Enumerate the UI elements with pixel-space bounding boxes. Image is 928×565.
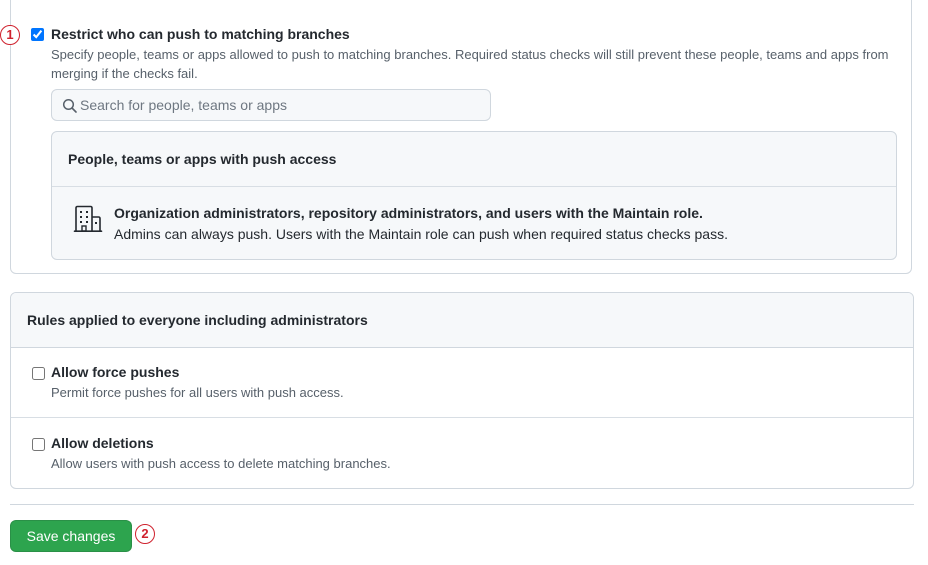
allow-deletions-description: Allow users with push access to delete m…	[51, 456, 391, 471]
restrict-push-label: Restrict who can push to matching branch…	[51, 26, 350, 42]
search-icon	[62, 98, 77, 113]
allow-deletions-label: Allow deletions	[51, 435, 154, 451]
restrict-push-description: Specify people, teams or apps allowed to…	[51, 47, 889, 81]
callout-badge-2: 2	[135, 524, 155, 544]
allow-deletions-checkbox[interactable]	[32, 438, 45, 451]
divider	[10, 504, 914, 505]
admin-rules-header: Rules applied to everyone including admi…	[11, 293, 913, 348]
divider	[11, 417, 913, 418]
push-access-entry-title: Organization administrators, repository …	[114, 205, 703, 221]
push-access-panel-title: People, teams or apps with push access	[68, 151, 337, 167]
people-search-input[interactable]	[80, 90, 480, 120]
save-changes-button[interactable]: Save changes	[10, 520, 132, 552]
people-search-field[interactable]	[51, 89, 491, 121]
allow-force-pushes-checkbox[interactable]	[32, 367, 45, 380]
push-access-panel: People, teams or apps with push access O…	[51, 131, 897, 260]
admin-rules-title: Rules applied to everyone including admi…	[27, 312, 368, 328]
push-access-entry-description: Admins can always push. Users with the M…	[114, 226, 728, 242]
restrict-push-checkbox[interactable]	[31, 28, 44, 41]
admin-rules-section: Rules applied to everyone including admi…	[10, 292, 914, 489]
organization-icon	[73, 205, 103, 233]
allow-force-pushes-description: Permit force pushes for all users with p…	[51, 385, 344, 400]
callout-badge-1: 1	[0, 25, 20, 45]
allow-force-pushes-label: Allow force pushes	[51, 364, 180, 380]
divider	[52, 186, 896, 187]
